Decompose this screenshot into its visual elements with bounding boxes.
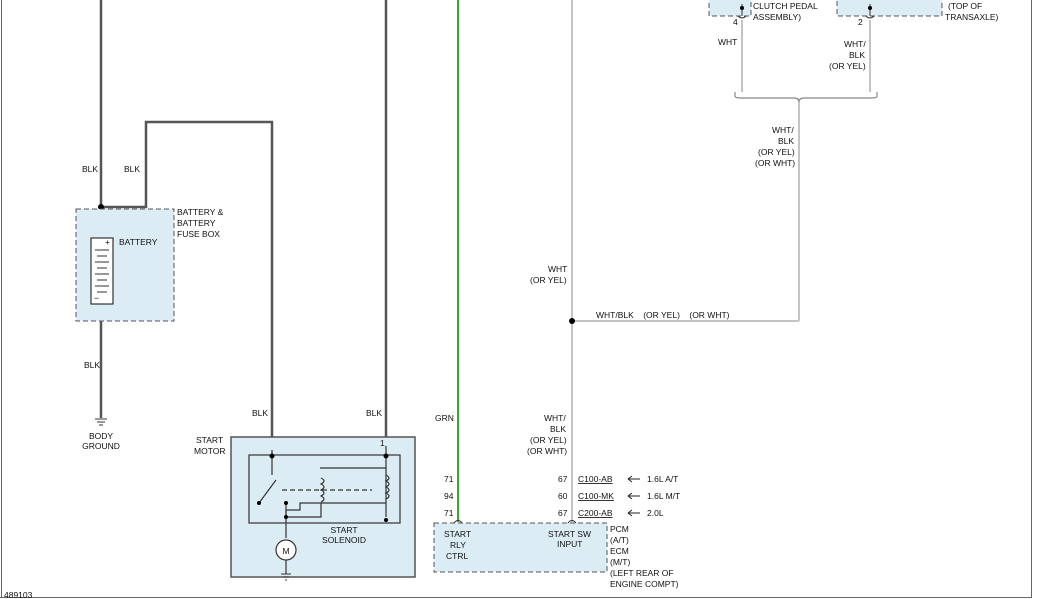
body-ground-label-2: GROUND bbox=[82, 441, 120, 451]
wire-label-pcm-3: (OR YEL) bbox=[530, 435, 567, 445]
clutch-pedal-switch bbox=[708, 0, 752, 17]
battery-label: BATTERY bbox=[119, 237, 158, 247]
clutch-pin-label: 4 bbox=[733, 17, 738, 27]
pcm-start-rly-2: RLY bbox=[450, 540, 466, 550]
wire-label-merge-2: BLK bbox=[778, 136, 794, 146]
pcm-label-3: ECM bbox=[610, 546, 629, 556]
conn-row-2-name: C100-MK bbox=[578, 491, 614, 501]
battery-box-label-3: FUSE BOX bbox=[177, 229, 220, 239]
arrow-left-icon bbox=[627, 509, 640, 517]
arrow-left-icon bbox=[627, 475, 640, 483]
wire-label-merge-4: (OR WHT) bbox=[755, 158, 795, 168]
start-motor-label-2: MOTOR bbox=[194, 446, 225, 456]
splice-dot-wht bbox=[569, 318, 575, 324]
pcm-label-4: (M/T) bbox=[610, 557, 630, 567]
wire-label-blk-branch: BLK bbox=[124, 164, 140, 174]
battery-circuit: + − BATTERY & BATTERY FUSE BOX BATTERY B… bbox=[75, 0, 274, 451]
wire-label-blk-starter-2: BLK bbox=[366, 408, 382, 418]
conn-row-3-variant: 2.0L bbox=[647, 508, 664, 518]
connector-table: 71 67 C100-AB 1.6L A/T 94 60 C100-MK 1.6… bbox=[444, 474, 680, 518]
starter-motor-circuit: BLK BLK 1 START MOTOR START SOLENOID M bbox=[194, 0, 416, 581]
wire-label-wht-or-yel-1: WHT bbox=[548, 264, 567, 274]
conn-row-1-pin-left: 71 bbox=[444, 474, 454, 484]
battery-minus: − bbox=[94, 293, 99, 303]
wire-label-pcm-2: BLK bbox=[550, 424, 566, 434]
motor-symbol-label: M bbox=[282, 546, 289, 556]
conn-row-3-name: C200-AB bbox=[578, 508, 613, 518]
wire-label-wht-clutch: WHT bbox=[718, 37, 737, 47]
ground-icon bbox=[95, 418, 107, 426]
battery-box-label-1: BATTERY & bbox=[177, 207, 224, 217]
battery-box-label-2: BATTERY bbox=[177, 218, 216, 228]
start-solenoid-label-1: START bbox=[330, 525, 357, 535]
wire-label-grn: GRN bbox=[435, 413, 454, 423]
conn-row-3-pin-right: 67 bbox=[558, 508, 568, 518]
pcm-start-sw-1: START SW bbox=[548, 529, 591, 539]
wiring-diagram: + − BATTERY & BATTERY FUSE BOX BATTERY B… bbox=[0, 0, 1032, 599]
wire-label-blk-left-top: BLK bbox=[82, 164, 98, 174]
body-ground-label-1: BODY bbox=[89, 431, 113, 441]
wire-label-blk-left-bottom: BLK bbox=[84, 360, 100, 370]
transaxle-range-switch bbox=[836, 0, 943, 17]
clutch-label-2: ASSEMBLY) bbox=[753, 12, 801, 22]
conn-row-1-variant: 1.6L A/T bbox=[647, 474, 678, 484]
transaxle-pin-label: 2 bbox=[858, 17, 863, 27]
start-solenoid-label-2: SOLENOID bbox=[322, 535, 366, 545]
wire-label-wht-blk-tr-2: BLK bbox=[849, 50, 865, 60]
conn-row-2-pin-left: 94 bbox=[444, 491, 454, 501]
pcm-start-rly-1: START bbox=[444, 529, 471, 539]
pcm-module: START RLY CTRL START SW INPUT PCM (A/T) … bbox=[433, 520, 679, 589]
starter-pin-label: 1 bbox=[380, 438, 385, 448]
pcm-start-rly-3: CTRL bbox=[446, 551, 468, 561]
transaxle-label-1: (TOP OF bbox=[948, 1, 982, 11]
conn-row-3-pin-left: 71 bbox=[444, 508, 454, 518]
conn-row-2-pin-right: 60 bbox=[558, 491, 568, 501]
pcm-label-5: (LEFT REAR OF bbox=[610, 568, 674, 578]
arrow-left-icon bbox=[627, 492, 640, 500]
wire-label-blk-starter-1: BLK bbox=[252, 408, 268, 418]
conn-row-2-variant: 1.6L M/T bbox=[647, 491, 680, 501]
conn-row-1-name: C100-AB bbox=[578, 474, 613, 484]
transaxle-label-2: TRANSAXLE) bbox=[945, 12, 999, 22]
wire-label-merge-3: (OR YEL) bbox=[758, 147, 795, 157]
battery-plus: + bbox=[105, 237, 110, 247]
conn-row-1-pin-right: 67 bbox=[558, 474, 568, 484]
pcm-label-2: (A/T) bbox=[610, 535, 629, 545]
pcm-label-6: ENGINE COMPT) bbox=[610, 579, 679, 589]
start-motor-label-1: START bbox=[196, 435, 223, 445]
diagram-id: 489103 bbox=[4, 590, 33, 599]
wire-label-wht-blk-tr-3: (OR YEL) bbox=[829, 61, 866, 71]
wire-label-merge-1: WHT/ bbox=[772, 125, 794, 135]
wire-label-wht-blk-horizontal: WHT/BLK (OR YEL) (OR WHT) bbox=[596, 310, 730, 320]
clutch-label-1: CLUTCH PEDAL bbox=[753, 1, 818, 11]
wire-label-pcm-1: WHT/ bbox=[544, 413, 566, 423]
start-sw-input-circuit: 4 CLUTCH PEDAL ASSEMBLY) 2 (TOP OF TRANS… bbox=[527, 0, 999, 522]
wire-label-pcm-4: (OR WHT) bbox=[527, 446, 567, 456]
pcm-start-sw-2: INPUT bbox=[557, 539, 583, 549]
wire-merge-brace bbox=[734, 92, 878, 103]
pcm-label-1: PCM bbox=[610, 524, 629, 534]
wire-label-wht-blk-tr-1: WHT/ bbox=[844, 39, 866, 49]
wire-label-wht-or-yel-2: (OR YEL) bbox=[530, 275, 567, 285]
